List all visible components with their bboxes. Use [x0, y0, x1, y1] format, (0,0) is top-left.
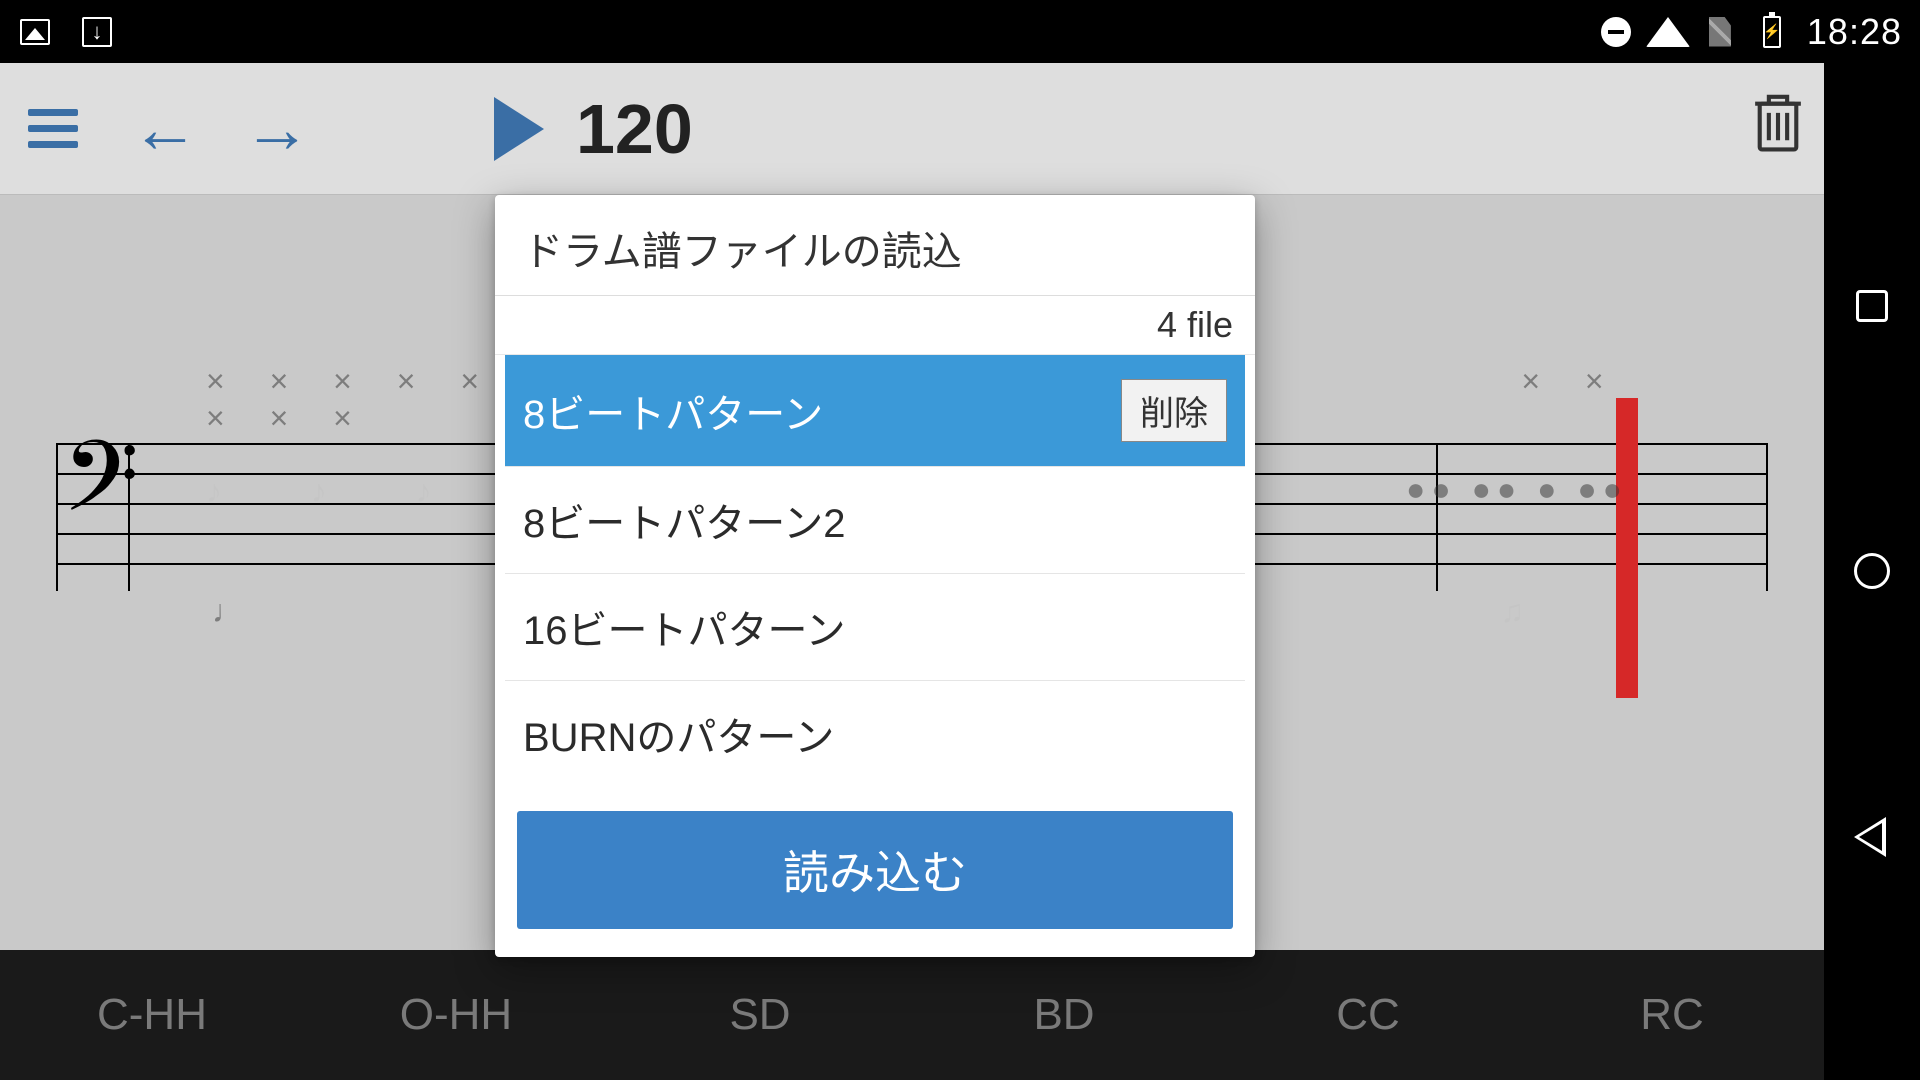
status-bar: 18:28 — [0, 0, 1920, 63]
nav-recent-button[interactable] — [1848, 282, 1896, 330]
system-nav-rail — [1824, 63, 1920, 1080]
status-time: 18:28 — [1807, 11, 1902, 53]
download-notification-icon — [80, 15, 114, 49]
load-button[interactable]: 読み込む — [517, 811, 1233, 929]
battery-charging-icon — [1755, 15, 1789, 49]
file-item[interactable]: 16ビートパターン — [505, 574, 1245, 681]
dialog-file-count: 4 file — [495, 296, 1255, 355]
no-sim-icon — [1703, 15, 1737, 49]
file-item-label: 8ビートパターン — [523, 382, 823, 440]
delete-button[interactable]: 削除 — [1121, 379, 1227, 442]
file-item-label: 16ビートパターン — [523, 598, 846, 656]
dialog-title: ドラム譜ファイルの読込 — [495, 195, 1255, 296]
wifi-icon — [1651, 15, 1685, 49]
file-item[interactable]: 8ビートパターン2 — [505, 467, 1245, 574]
nav-back-button[interactable] — [1848, 813, 1896, 861]
app: ← → 120 𝄢 × × × × × × × × — [0, 63, 1824, 1080]
file-item-label: BURNのパターン — [523, 705, 834, 763]
file-item[interactable]: 8ビートパターン 削除 — [505, 355, 1245, 467]
dnd-icon — [1599, 15, 1633, 49]
file-item-label: 8ビートパターン2 — [523, 491, 846, 549]
file-item[interactable]: BURNのパターン — [505, 681, 1245, 787]
dialog-file-list: 8ビートパターン 削除 8ビートパターン2 16ビートパターン BURNのパター… — [495, 355, 1255, 787]
nav-home-button[interactable] — [1848, 547, 1896, 595]
file-load-dialog: ドラム譜ファイルの読込 4 file 8ビートパターン 削除 8ビートパターン2… — [495, 195, 1255, 957]
image-notification-icon — [18, 15, 52, 49]
